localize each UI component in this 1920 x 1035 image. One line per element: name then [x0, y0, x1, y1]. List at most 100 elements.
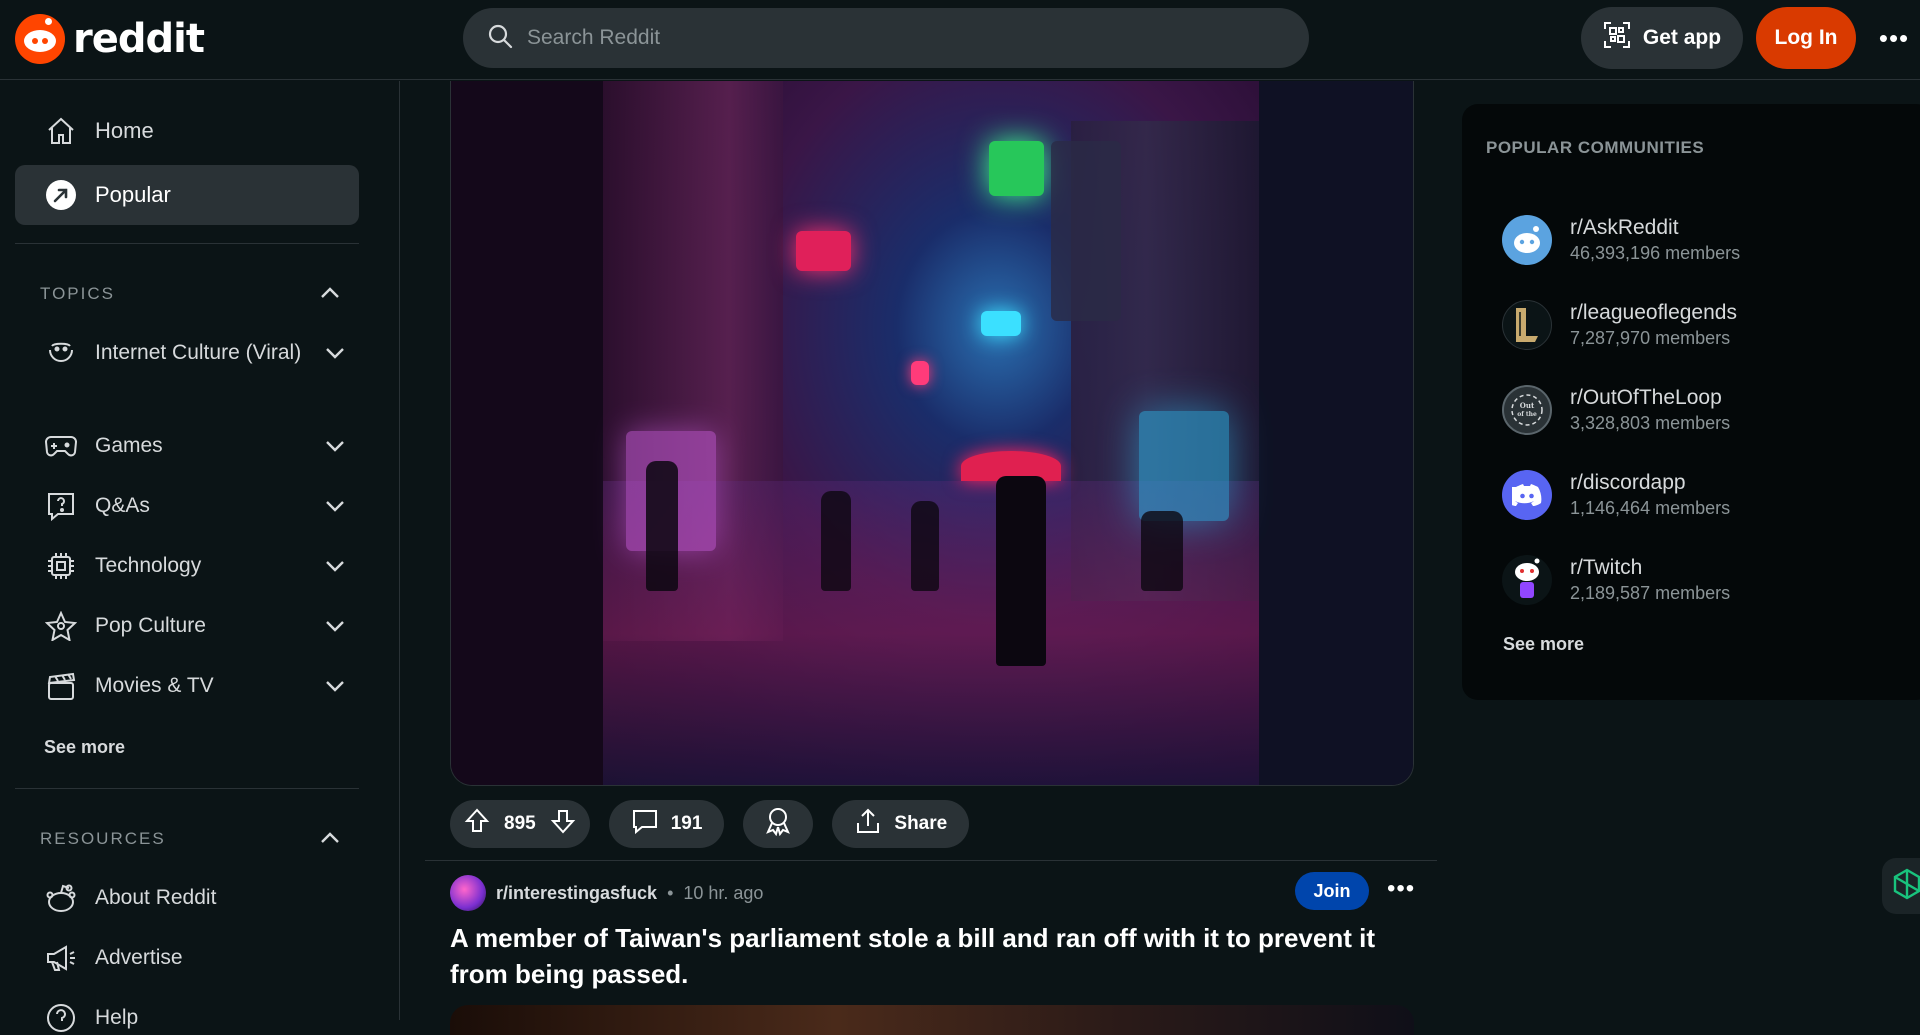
topic-pop-culture[interactable]: Pop Culture	[45, 610, 345, 642]
subreddit-link[interactable]: r/interestingasfuck	[496, 883, 657, 904]
qr-code-icon	[1603, 21, 1631, 55]
topic-label: Internet Culture (Viral)	[95, 341, 302, 364]
popular-icon	[45, 179, 77, 211]
chevron-down-icon	[325, 494, 345, 518]
home-icon	[45, 115, 77, 147]
vote-count: 895	[504, 813, 536, 834]
community-item[interactable]: r/leagueoflegends 7,287,970 members	[1502, 295, 1902, 355]
chip-icon	[45, 550, 77, 582]
sidebar-divider	[15, 788, 359, 789]
resource-label: Advertise	[95, 946, 183, 969]
sidebar-divider	[15, 243, 359, 244]
twitch-avatar-icon	[1502, 555, 1552, 605]
chevron-up-icon	[320, 829, 340, 849]
upvote-icon[interactable]	[464, 808, 490, 840]
post-media-image[interactable]	[450, 81, 1414, 786]
leagueoflegends-avatar-icon	[1502, 300, 1552, 350]
share-button[interactable]: Share	[832, 800, 970, 848]
community-members: 2,189,587 members	[1570, 583, 1731, 603]
more-options-icon[interactable]: •••	[1876, 20, 1912, 56]
resource-advertise[interactable]: Advertise	[45, 942, 345, 974]
topics-see-more-link[interactable]: See more	[44, 737, 125, 758]
resource-label: Help	[95, 1006, 139, 1029]
post-action-bar: 895 191 Share	[450, 800, 970, 848]
community-item[interactable]: r/AskReddit 46,393,196 members	[1502, 210, 1902, 270]
popular-see-more-link[interactable]: See more	[1503, 634, 1584, 655]
nav-popular-label: Popular	[95, 182, 171, 207]
community-members: 3,328,803 members	[1570, 413, 1731, 433]
svg-text:Out: Out	[1520, 401, 1535, 410]
award-button[interactable]	[743, 800, 814, 848]
topic-technology[interactable]: Technology	[45, 550, 345, 582]
topic-label: Q&As	[95, 494, 150, 517]
community-item[interactable]: r/discordapp 1,146,464 members	[1502, 465, 1902, 525]
reddit-snoo-icon	[15, 14, 65, 64]
next-post-media[interactable]	[450, 1005, 1414, 1035]
comment-icon	[631, 807, 659, 841]
star-icon	[45, 610, 77, 642]
share-label: Share	[894, 813, 948, 834]
community-members: 1,146,464 members	[1570, 498, 1731, 518]
nav-home-label: Home	[95, 118, 154, 143]
topic-games[interactable]: Games	[45, 430, 345, 462]
popular-communities-panel: POPULAR COMMUNITIES r/AskReddit 46,393,1…	[1462, 104, 1920, 700]
get-app-label: Get app	[1642, 26, 1722, 49]
outoftheloop-avatar-icon: Out of the	[1502, 385, 1552, 435]
smile-icon	[45, 337, 77, 369]
get-app-button[interactable]: Get app	[1581, 7, 1743, 69]
resources-section-header[interactable]: RESOURCES	[40, 829, 340, 849]
topic-internet-culture[interactable]: Internet Culture (Viral)	[45, 337, 345, 369]
community-item[interactable]: Out of the r/OutOfTheLoop 3,328,803 membe…	[1502, 380, 1902, 440]
popular-communities-title: POPULAR COMMUNITIES	[1486, 138, 1705, 157]
topics-section-header[interactable]: TOPICS	[40, 284, 340, 304]
topic-label: Pop Culture	[95, 614, 206, 637]
community-item[interactable]: r/Twitch 2,189,587 members	[1502, 550, 1902, 610]
clapper-icon	[45, 670, 77, 702]
resources-heading: RESOURCES	[40, 829, 166, 848]
subreddit-avatar[interactable]	[450, 875, 486, 911]
post-timestamp: 10 hr. ago	[683, 882, 764, 903]
topics-heading: TOPICS	[40, 284, 115, 303]
community-name: r/discordapp	[1570, 471, 1686, 494]
reddit-alien-icon	[45, 882, 77, 914]
topic-movies-tv[interactable]: Movies & TV	[45, 670, 345, 702]
login-button[interactable]: Log In	[1756, 7, 1856, 69]
post-options-icon[interactable]: •••	[1387, 875, 1415, 903]
feed-divider	[425, 860, 1437, 861]
community-name: r/leagueoflegends	[1570, 301, 1737, 324]
community-name: r/AskReddit	[1570, 216, 1679, 239]
discord-avatar-icon	[1502, 470, 1552, 520]
community-name: r/Twitch	[1570, 556, 1643, 579]
megaphone-icon	[45, 942, 77, 974]
vote-control: 895	[450, 800, 590, 848]
topic-qas[interactable]: Q&As	[45, 490, 345, 522]
chevron-down-icon	[325, 341, 345, 365]
topic-label: Games	[95, 434, 163, 457]
search-input[interactable]	[527, 26, 1227, 50]
resource-help[interactable]: Help	[45, 1002, 345, 1034]
reddit-logo[interactable]: reddit	[15, 14, 205, 64]
topic-label: Movies & TV	[95, 674, 214, 697]
comment-count: 191	[670, 813, 703, 834]
join-button[interactable]: Join	[1295, 872, 1369, 910]
award-icon	[763, 806, 793, 842]
help-icon	[45, 1002, 77, 1034]
downvote-icon[interactable]	[550, 808, 576, 840]
left-sidebar: Home Popular TOPICS Internet Culture (Vi…	[0, 81, 400, 1032]
post-meta: r/interestingasfuck • 10 hr. ago	[450, 875, 763, 911]
post-title[interactable]: A member of Taiwan's parliament stole a …	[450, 920, 1410, 992]
chatgpt-extension-icon[interactable]	[1882, 858, 1920, 914]
chevron-down-icon	[325, 674, 345, 698]
share-icon	[854, 807, 882, 841]
comments-button[interactable]: 191	[608, 800, 725, 848]
community-members: 7,287,970 members	[1570, 328, 1731, 348]
nav-home[interactable]: Home	[15, 101, 359, 161]
search-bar[interactable]	[463, 8, 1309, 68]
chevron-down-icon	[325, 614, 345, 638]
nav-popular[interactable]: Popular	[15, 165, 359, 225]
topic-label: Technology	[95, 554, 202, 577]
resource-label: About Reddit	[95, 886, 217, 909]
resource-about-reddit[interactable]: About Reddit	[45, 882, 345, 914]
post-time-separator: •	[667, 882, 674, 903]
community-name: r/OutOfTheLoop	[1570, 386, 1722, 409]
